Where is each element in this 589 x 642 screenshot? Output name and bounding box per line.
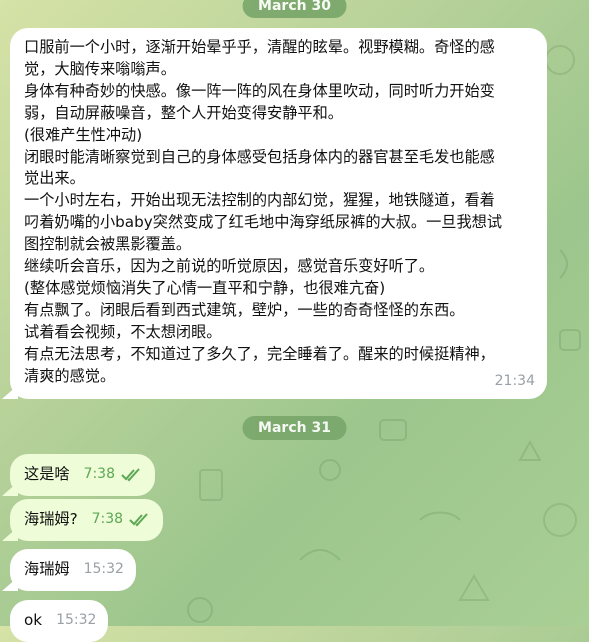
message-line: (很难产生性冲动) — [24, 125, 143, 144]
message-line: 觉，大脑传来嗡嗡声。 — [24, 59, 176, 78]
message-time: 21:34 — [494, 373, 535, 390]
message-line: 有点飘了。闭眼后看到西式建筑，壁炉，一些的奇奇怪怪的东西。 — [24, 300, 465, 319]
message-line: 图控制就会被黑影覆盖。 — [24, 235, 192, 254]
message-time: 7:38 — [83, 466, 116, 482]
message-line: 口服前一个小时，逐渐开始晕乎乎，清醒的眩晕。视野模糊。奇怪的感 — [24, 38, 495, 56]
bubble-tail — [2, 385, 18, 399]
double-check-icon — [121, 468, 140, 482]
message-bubble[interactable]: 海瑞姆? 7:38 — [2, 499, 164, 541]
message-line: 试着看会视频，不太想闭眼。 — [24, 322, 222, 341]
message-bubble[interactable]: ok 15:32 — [10, 600, 109, 642]
message-line: 有点无法思考，不知道过了多久了，完全睡着了。醒来的时候挺精神， — [24, 344, 495, 363]
message-bubble[interactable]: 口服前一个小时，逐渐开始晕乎乎，清醒的眩晕。视野模糊。奇怪的感 觉，大脑传来嗡嗡声… — [2, 28, 547, 399]
date-divider-march-30: March 30 — [242, 0, 347, 18]
message-line: 一个小时左右，开始出现无法控制的内部幻觉，猩猩，地铁隧道，看着 — [24, 191, 495, 210]
message-line: 继续听会音乐，因为之前说的听觉原因，感觉音乐变好听了。 — [24, 257, 435, 276]
message-text: 海瑞姆 — [24, 560, 70, 578]
message-line: 闭眼时能清晰察觉到自己的身体感受包括身体内的器官甚至毛发也能感 — [24, 147, 495, 166]
message-line: 叼着奶嘴的小baby突然变成了红毛地中海穿纸尿裤的大叔。一旦我想试 — [24, 213, 503, 232]
message-line: 弱，自动屏蔽噪音，整个人开始变得安静平和。 — [24, 103, 343, 122]
bubble-tail — [2, 482, 18, 496]
date-divider-march-31: March 31 — [242, 416, 347, 440]
bubble-tail — [2, 577, 18, 591]
message-line: 身体有种奇妙的快感。像一阵一阵的风在身体里吹动，同时听力开始变 — [24, 81, 495, 100]
chat-area[interactable]: March 30 口服前一个小时，逐渐开始晕乎乎，清醒的眩晕。视野模糊。奇怪的感… — [0, 0, 589, 642]
message-text: 海瑞姆? — [24, 510, 78, 528]
message-line: 觉出来。 — [24, 169, 85, 188]
double-check-icon — [129, 513, 148, 527]
bubble-tail — [2, 527, 18, 541]
message-bubble[interactable]: 海瑞姆 15:32 — [2, 549, 136, 591]
message-time: 15:32 — [83, 561, 124, 577]
message-text: ok — [24, 611, 43, 629]
message-text: 口服前一个小时，逐渐开始晕乎乎，清醒的眩晕。视野模糊。奇怪的感 觉，大脑传来嗡嗡声… — [24, 37, 533, 388]
message-line: 清爽的感觉。 — [24, 366, 116, 385]
message-text: 这是啥 — [24, 465, 70, 483]
message-time: 7:38 — [91, 511, 124, 527]
message-time: 15:32 — [56, 612, 97, 628]
message-line: (整体感觉烦恼消失了心情一直平和宁静，也很难亢奋) — [24, 278, 386, 297]
message-bubble[interactable]: 这是啥 7:38 — [2, 454, 156, 496]
